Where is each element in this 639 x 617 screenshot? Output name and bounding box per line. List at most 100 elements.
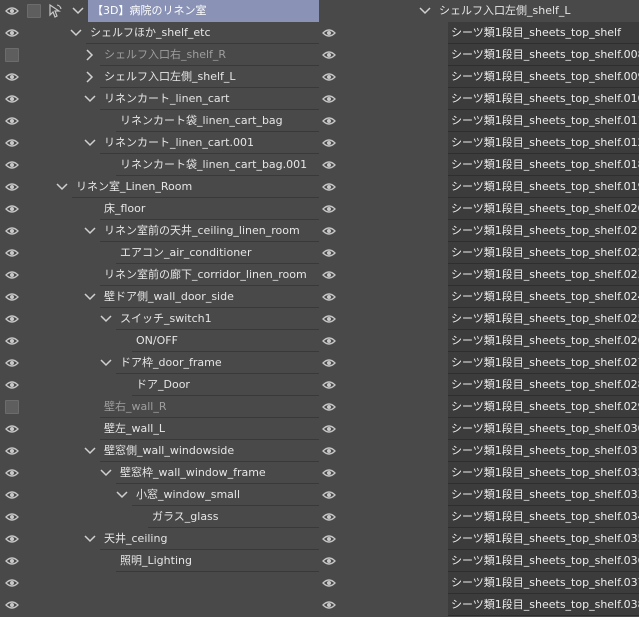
lock-toggle-box[interactable] <box>27 4 41 18</box>
layer-name[interactable]: シーツ類1段目_sheets_top_shelf.021 <box>448 220 639 242</box>
outliner-row[interactable]: シーツ類1段目_sheets_top_shelf.024 <box>319 286 639 308</box>
chevron-down-icon[interactable] <box>419 4 431 18</box>
layer-name[interactable]: ON/OFF <box>132 330 319 352</box>
eye-icon[interactable] <box>5 511 19 523</box>
layer-name[interactable]: リネン室前の天井_ceiling_linen_room <box>100 220 319 242</box>
outliner-row[interactable]: シーツ類1段目_sheets_top_shelf.018 <box>319 154 639 176</box>
outliner-row[interactable]: 壁窓枠_wall_window_frame <box>0 462 319 484</box>
layer-name[interactable]: シーツ類1段目_sheets_top_shelf.031 <box>448 440 639 462</box>
eye-icon[interactable] <box>322 203 336 215</box>
layer-name[interactable]: シーツ類1段目_sheets_top_shelf.020 <box>448 198 639 220</box>
layer-name[interactable]: シーツ類1段目_sheets_top_shelf <box>448 22 639 44</box>
eye-icon[interactable] <box>322 335 336 347</box>
eye-icon[interactable] <box>322 27 336 39</box>
layer-name[interactable]: シーツ類1段目_sheets_top_shelf.008 <box>448 44 639 66</box>
eye-icon[interactable] <box>5 335 19 347</box>
outliner-row[interactable]: シーツ類1段目_sheets_top_shelf.027 <box>319 352 639 374</box>
outliner-row[interactable]: シーツ類1段目_sheets_top_shelf.037 <box>319 572 639 594</box>
eye-icon[interactable] <box>322 401 336 413</box>
eye-icon[interactable] <box>322 423 336 435</box>
chevron-down-icon[interactable] <box>84 444 96 458</box>
eye-icon[interactable] <box>5 599 19 611</box>
eye-icon[interactable] <box>322 115 336 127</box>
outliner-row[interactable]: 天井_ceiling <box>0 528 319 550</box>
eye-icon[interactable] <box>322 577 336 589</box>
chevron-down-icon[interactable] <box>84 290 96 304</box>
layer-name[interactable]: シーツ類1段目_sheets_top_shelf.038 <box>448 594 639 616</box>
outliner-row[interactable]: シーツ類1段目_sheets_top_shelf.028 <box>319 374 639 396</box>
outliner-row[interactable]: シーツ類1段目_sheets_top_shelf.030 <box>319 418 639 440</box>
outliner-row[interactable]: リネンカート袋_linen_cart_bag.001 <box>0 154 319 176</box>
layer-name[interactable]: リネンカート_linen_cart.001 <box>100 132 319 154</box>
layer-name[interactable]: シーツ類1段目_sheets_top_shelf.032 <box>448 462 639 484</box>
eye-icon[interactable] <box>322 313 336 325</box>
layer-name[interactable]: シーツ類1段目_sheets_top_shelf.024 <box>448 286 639 308</box>
eye-icon[interactable] <box>322 379 336 391</box>
chevron-down-icon[interactable] <box>100 356 112 370</box>
outliner-row[interactable]: 床_floor <box>0 198 319 220</box>
eye-icon[interactable] <box>322 533 336 545</box>
eye-icon[interactable] <box>5 115 19 127</box>
outliner-row[interactable]: エアコン_air_conditioner <box>0 242 319 264</box>
outliner-row[interactable]: シーツ類1段目_sheets_top_shelf.038 <box>319 594 639 616</box>
eye-icon[interactable] <box>322 71 336 83</box>
layer-name[interactable]: 壁ドア側_wall_door_side <box>100 286 319 308</box>
eye-icon[interactable] <box>322 49 336 61</box>
outliner-row[interactable]: リネン室_Linen_Room <box>0 176 319 198</box>
layer-name[interactable]: 小窓_window_small <box>132 484 319 506</box>
layer-name-header[interactable]: シェルフ入口左側_shelf_L <box>435 0 639 21</box>
outliner-row[interactable]: シーツ類1段目_sheets_top_shelf.019 <box>319 176 639 198</box>
outliner-row[interactable]: シーツ類1段目_sheets_top_shelf.034 <box>319 506 639 528</box>
layer-name[interactable]: 壁窓側_wall_windowside <box>100 440 319 462</box>
outliner-row[interactable]: シーツ類1段目_sheets_top_shelf.011 <box>319 110 639 132</box>
layer-name[interactable]: シーツ類1段目_sheets_top_shelf.009 <box>448 66 639 88</box>
layer-name[interactable]: シーツ類1段目_sheets_top_shelf.026 <box>448 330 639 352</box>
eye-icon[interactable] <box>322 467 336 479</box>
layer-name[interactable]: シーツ類1段目_sheets_top_shelf.029 <box>448 396 639 418</box>
layer-name[interactable]: リネンカート袋_linen_cart_bag <box>116 110 319 132</box>
layer-name[interactable]: リネン室_Linen_Room <box>72 176 319 198</box>
chevron-down-icon[interactable] <box>84 532 96 546</box>
layer-name[interactable]: シーツ類1段目_sheets_top_shelf.025 <box>448 308 639 330</box>
chevron-down-icon[interactable] <box>72 4 84 18</box>
eye-icon[interactable] <box>322 489 336 501</box>
layer-name[interactable]: ドア_Door <box>132 374 319 396</box>
outliner-row[interactable]: シーツ類1段目_sheets_top_shelf.036 <box>319 550 639 572</box>
outliner-row[interactable]: リネンカート_linen_cart.001 <box>0 132 319 154</box>
chevron-down-icon[interactable] <box>84 92 96 106</box>
outliner-row[interactable]: シーツ類1段目_sheets_top_shelf.023 <box>319 264 639 286</box>
layer-name[interactable]: リネン室前の廊下_corridor_linen_room <box>100 264 319 286</box>
eye-icon[interactable] <box>5 27 19 39</box>
eye-icon[interactable] <box>5 467 19 479</box>
eye-icon[interactable] <box>322 137 336 149</box>
outliner-row[interactable]: シーツ類1段目_sheets_top_shelf.008 <box>319 44 639 66</box>
outliner-row[interactable]: リネンカート袋_linen_cart_bag <box>0 110 319 132</box>
chevron-down-icon[interactable] <box>84 136 96 150</box>
layer-name[interactable]: シーツ類1段目_sheets_top_shelf.023 <box>448 264 639 286</box>
outliner-row[interactable]: 小窓_window_small <box>0 484 319 506</box>
layer-name[interactable]: シーツ類1段目_sheets_top_shelf.019 <box>448 176 639 198</box>
layer-name[interactable]: スイッチ_switch1 <box>116 308 319 330</box>
layer-name[interactable]: シーツ類1段目_sheets_top_shelf.027 <box>448 352 639 374</box>
layer-name[interactable]: シーツ類1段目_sheets_top_shelf.028 <box>448 374 639 396</box>
chevron-down-icon[interactable] <box>100 466 112 480</box>
eye-icon[interactable] <box>5 379 19 391</box>
layer-name[interactable]: 壁左_wall_L <box>100 418 319 440</box>
eye-icon[interactable] <box>322 291 336 303</box>
eye-icon[interactable] <box>322 247 336 259</box>
chevron-down-icon[interactable] <box>84 224 96 238</box>
eye-icon[interactable] <box>5 577 19 589</box>
eye-icon[interactable] <box>5 357 19 369</box>
eye-icon[interactable] <box>5 313 19 325</box>
outliner-row[interactable]: シェルフ入口左側_shelf_L <box>0 66 319 88</box>
hidden-visibility-box[interactable] <box>5 48 19 62</box>
layer-name[interactable]: シーツ類1段目_sheets_top_shelf.011 <box>448 110 639 132</box>
outliner-row[interactable]: 壁ドア側_wall_door_side <box>0 286 319 308</box>
eye-icon[interactable] <box>322 159 336 171</box>
layer-name[interactable]: エアコン_air_conditioner <box>116 242 319 264</box>
eye-icon[interactable] <box>322 599 336 611</box>
layer-name[interactable]: シェルフ入口右_shelf_R <box>100 44 319 66</box>
outliner-row[interactable]: 壁窓側_wall_windowside <box>0 440 319 462</box>
outliner-row-header[interactable]: シェルフ入口左側_shelf_L <box>319 0 639 22</box>
outliner-row[interactable]: シーツ類1段目_sheets_top_shelf.020 <box>319 198 639 220</box>
